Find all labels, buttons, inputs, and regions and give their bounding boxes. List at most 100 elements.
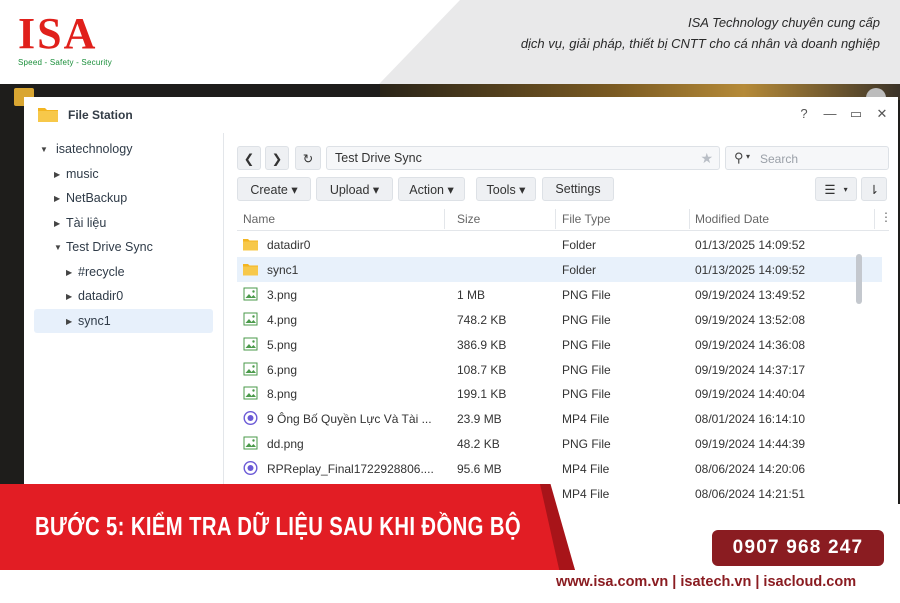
column-divider[interactable] [555, 209, 556, 229]
chevron-down-icon[interactable]: ▾ [746, 152, 750, 161]
expand-arrow-icon[interactable]: ▼ [40, 145, 52, 154]
column-modified-date[interactable]: Modified Date [695, 212, 769, 226]
image-icon [243, 287, 258, 301]
tree-item-music[interactable]: ▶ music [54, 162, 214, 186]
file-type: PNG File [562, 312, 611, 327]
maximize-icon[interactable]: ▭ [848, 105, 864, 123]
chevron-right-icon: ❯ [271, 151, 283, 166]
expand-arrow-icon[interactable]: ▶ [66, 317, 78, 326]
column-file-type[interactable]: File Type [562, 212, 610, 226]
window-controls: ? — ▭ ✕ [796, 105, 890, 123]
file-list-panel: ❮ ❯ ↻ Test Drive Sync ★ ⚲ ▾ Search Creat… [225, 133, 898, 517]
file-size: 1 MB [457, 287, 486, 302]
tree-item-label: Test Drive Sync [66, 240, 153, 254]
image-icon [243, 337, 258, 351]
file-row[interactable]: 3.png 1 MB PNG File 09/19/2024 13:49:52 [237, 282, 882, 307]
logo-text: ISA [18, 9, 98, 58]
tree-item-tai-lieu[interactable]: ▶ Tài liệu [54, 211, 214, 235]
column-size[interactable]: Size [457, 212, 480, 226]
file-row[interactable]: datadir0 Folder 01/13/2025 14:09:52 [237, 232, 882, 257]
tree-item-label: sync1 [78, 314, 111, 328]
column-divider[interactable] [444, 209, 445, 229]
file-row[interactable]: sync1 Folder 01/13/2025 14:09:52 [237, 256, 882, 282]
file-row[interactable]: 8.png 199.1 KB PNG File 09/19/2024 14:40:04 [237, 381, 882, 406]
favorite-star-icon[interactable]: ★ [700, 147, 713, 169]
tools-button[interactable]: Tools ▾ [476, 177, 536, 201]
tree-item-datadir0[interactable]: ▶ datadir0 [66, 284, 214, 308]
current-path: Test Drive Sync [335, 151, 422, 165]
path-bar[interactable]: Test Drive Sync ★ [326, 146, 720, 170]
search-input[interactable]: ⚲ ▾ Search [725, 146, 889, 170]
search-placeholder: Search [760, 152, 799, 166]
file-name: 3.png [267, 287, 298, 302]
help-icon[interactable]: ? [796, 105, 812, 123]
file-row[interactable]: 6.png 108.7 KB PNG File 09/19/2024 14:37:17 [237, 357, 882, 382]
column-name[interactable]: Name [243, 212, 275, 226]
window-titlebar[interactable]: File Station ? — ▭ ✕ [24, 97, 898, 133]
isa-logo: ISA Speed - Safety - Security [18, 9, 112, 68]
image-icon [243, 386, 258, 400]
tagline-line-1: ISA Technology chuyên cung cấp [687, 15, 880, 30]
file-name: 8.png [267, 387, 298, 402]
refresh-button[interactable]: ↻ [295, 146, 321, 170]
file-type: PNG File [562, 437, 611, 452]
tree-item-label: isatechnology [56, 142, 133, 156]
expand-arrow-icon[interactable]: ▶ [66, 292, 78, 301]
tree-item-sync1[interactable]: ▶ sync1 [34, 309, 213, 333]
forward-button[interactable]: ❯ [265, 146, 289, 170]
file-size: 386.9 KB [457, 337, 507, 352]
view-mode-button[interactable]: ☰ ▾ [815, 177, 857, 201]
tree-item-isatechnology[interactable]: ▼ isatechnology [40, 137, 216, 161]
image-icon [243, 436, 258, 450]
file-modified-date: 09/19/2024 13:52:08 [695, 312, 806, 327]
tree-item-test-drive-sync[interactable]: ▼ Test Drive Sync [54, 235, 214, 259]
file-size: 108.7 KB [457, 362, 507, 377]
expand-arrow-icon[interactable]: ▶ [66, 268, 78, 277]
tagline: ISA Technology chuyên cung cấp dịch vụ, … [521, 12, 880, 54]
file-row[interactable]: 5.png 386.9 KB PNG File 09/19/2024 14:36:08 [237, 332, 882, 357]
sort-icon: ⇂ [868, 182, 880, 197]
footer-left-area [0, 570, 556, 603]
tree-item-netbackup[interactable]: ▶ NetBackup [54, 186, 214, 210]
list-view-icon: ☰ [824, 182, 836, 197]
file-name: RPReplay_Final1722928806.... [267, 462, 434, 477]
close-icon[interactable]: ✕ [874, 105, 890, 123]
chevron-down-icon: ▾ [843, 184, 848, 194]
expand-arrow-icon[interactable]: ▶ [54, 219, 66, 228]
upload-button[interactable]: Upload ▾ [316, 177, 393, 201]
expand-arrow-icon[interactable]: ▶ [54, 194, 66, 203]
tree-item-recycle[interactable]: ▶ #recycle [66, 260, 214, 284]
file-row[interactable]: RPReplay_Final1722928806.... 95.6 MB MP4 F… [237, 456, 882, 481]
folder-icon [243, 263, 258, 276]
back-button[interactable]: ❮ [237, 146, 261, 170]
file-type: MP4 File [562, 487, 610, 501]
settings-button[interactable]: Settings [542, 177, 614, 201]
column-divider[interactable] [689, 209, 690, 229]
file-row[interactable]: 9 Ông Bố Quyền Lực Và Tài ... 23.9 MB MP4 … [237, 406, 882, 431]
video-icon [243, 411, 258, 426]
action-button[interactable]: Action ▾ [398, 177, 465, 201]
expand-arrow-icon[interactable]: ▼ [54, 243, 66, 252]
sort-button[interactable]: ⇂ [861, 177, 887, 201]
column-menu-icon[interactable]: ⋮ [880, 210, 892, 224]
column-header: Name Size File Type Modified Date ⋮ [237, 207, 892, 231]
create-button[interactable]: Create ▾ [237, 177, 311, 201]
phone-number[interactable]: 0907 968 247 [712, 530, 884, 566]
tree-item-label: NetBackup [66, 191, 128, 205]
vertical-scrollbar[interactable] [856, 254, 862, 304]
file-row[interactable]: 4.png 748.2 KB PNG File 09/19/2024 13:52:08 [237, 307, 882, 332]
file-name: datadir0 [267, 238, 311, 252]
file-type: Folder [562, 238, 597, 252]
file-size: 95.6 MB [457, 462, 502, 477]
column-divider[interactable] [874, 209, 875, 229]
minimize-icon[interactable]: — [822, 105, 838, 123]
file-name: 4.png [267, 312, 298, 327]
image-icon [243, 312, 258, 326]
file-type: MP4 File [562, 462, 610, 477]
file-row[interactable]: dd.png 48.2 KB PNG File 09/19/2024 14:44:39 [237, 431, 882, 456]
website-links[interactable]: www.isa.com.vn | isatech.vn | isacloud.c… [556, 574, 856, 590]
file-modified-date: 09/19/2024 14:40:04 [695, 387, 806, 402]
file-modified-date: 09/19/2024 14:37:17 [695, 362, 806, 377]
expand-arrow-icon[interactable]: ▶ [54, 170, 66, 179]
search-icon: ⚲ [734, 150, 744, 165]
